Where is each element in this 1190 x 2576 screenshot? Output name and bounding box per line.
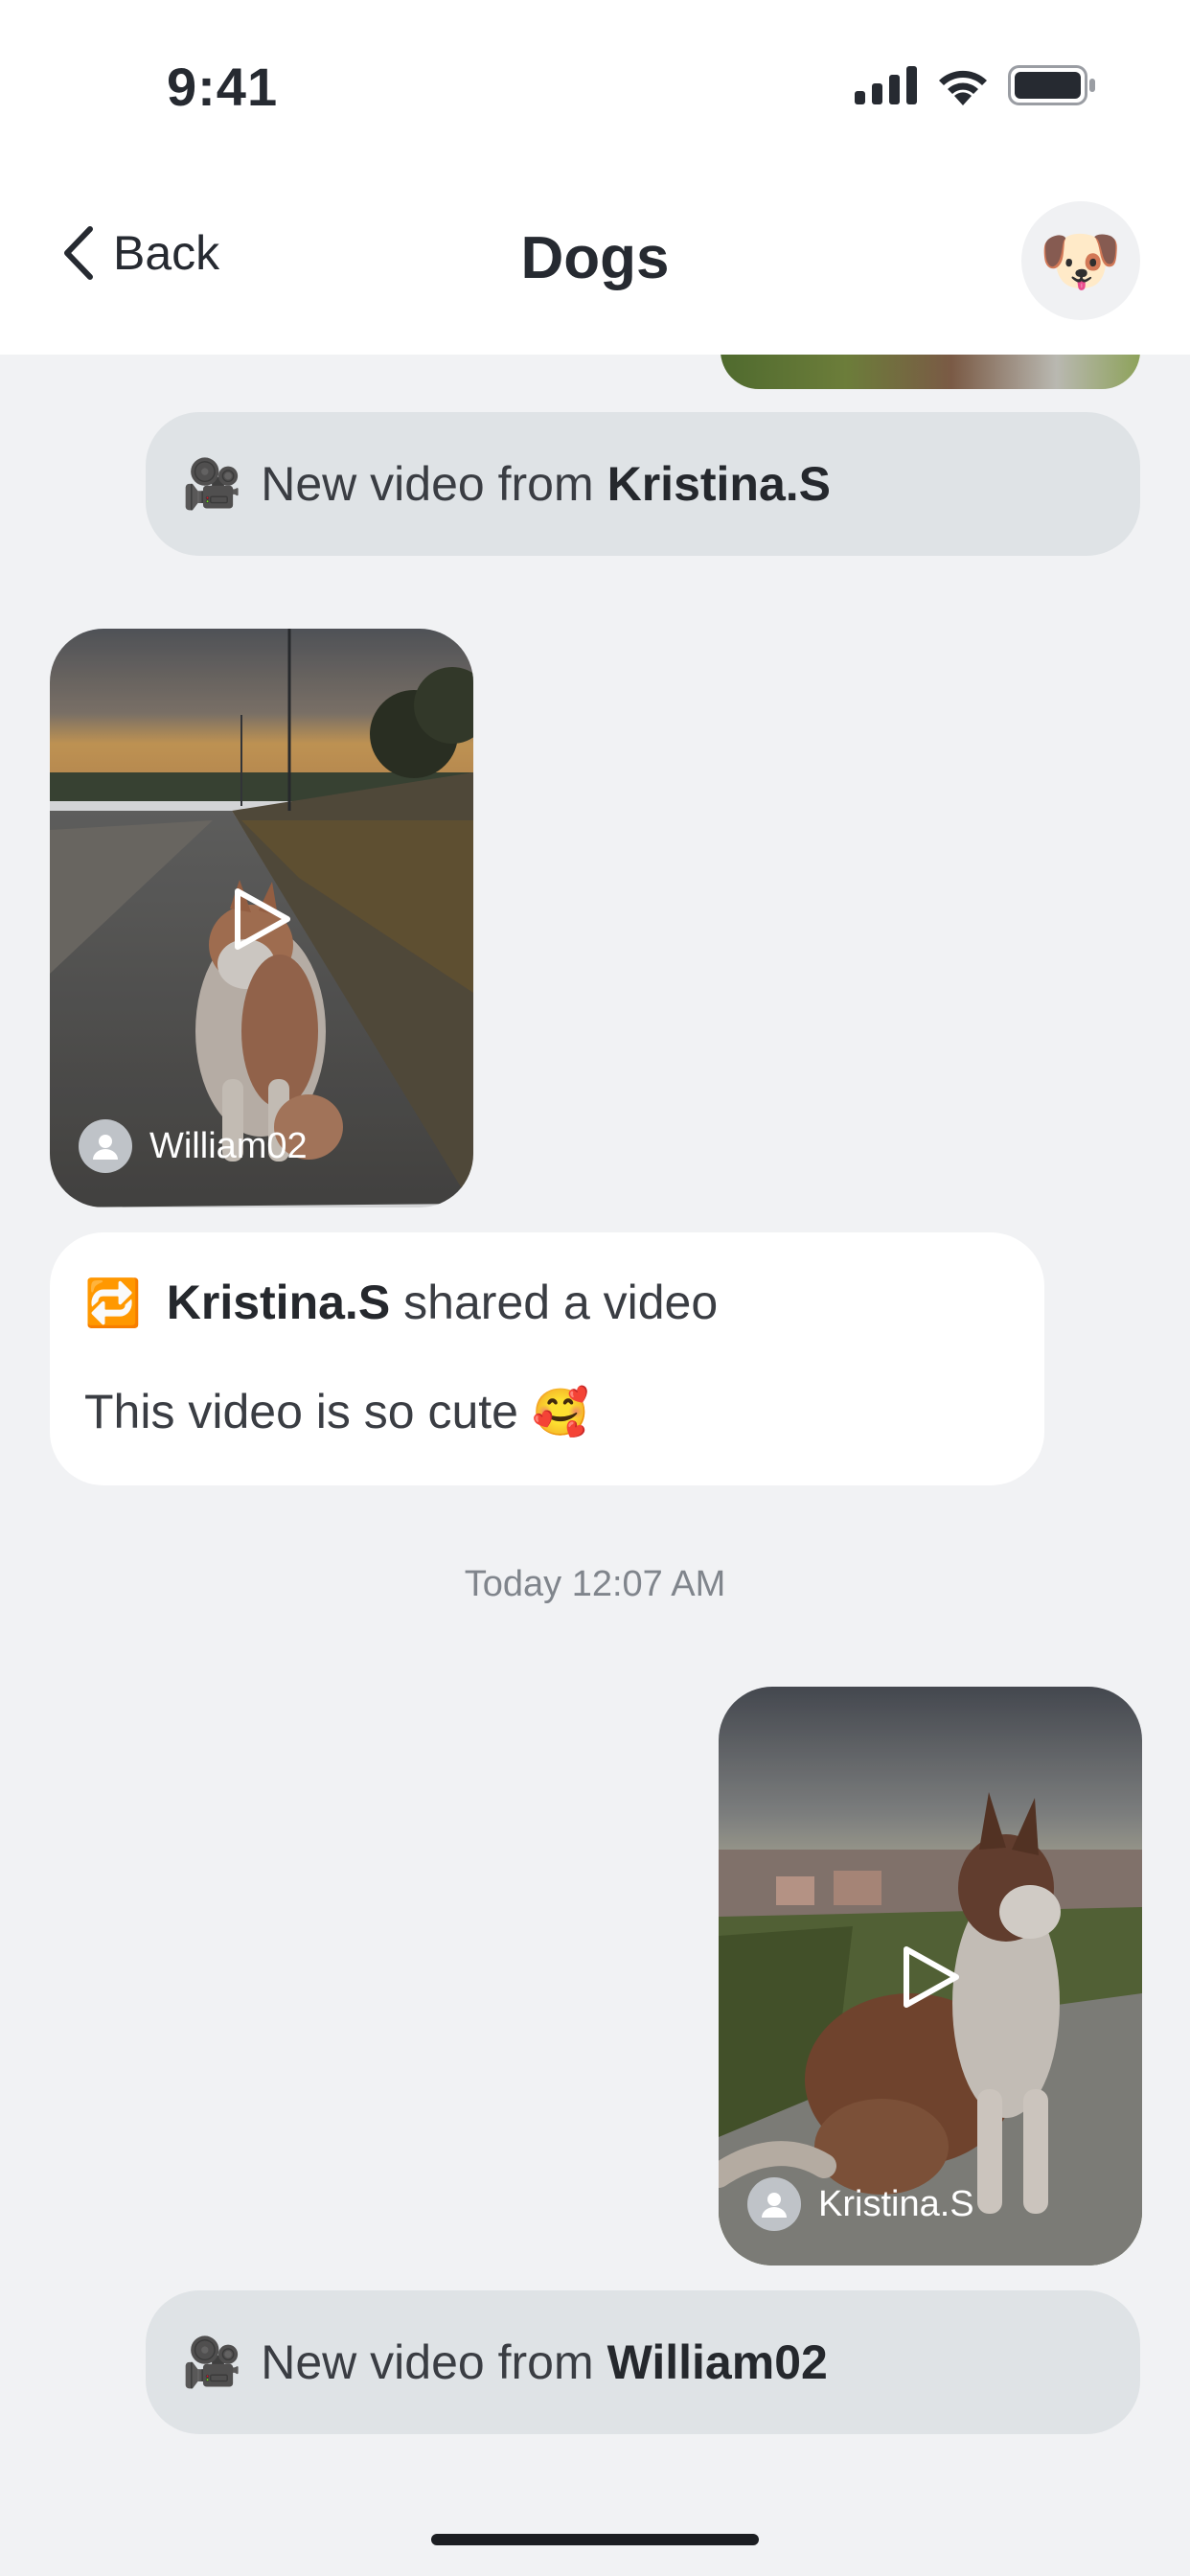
notice-text: New video from [261,457,594,511]
new-video-notice[interactable]: 🎥 New video from Kristina.S [146,412,1140,556]
repost-icon: 🔁 [84,1277,142,1329]
status-icons [855,65,1096,105]
video-thumbnail-partial[interactable] [721,355,1140,389]
video-author: William02 [79,1119,308,1173]
video-camera-icon: 🎥 [182,2334,242,2389]
share-comment-text: This video is so cute [84,1385,518,1438]
signal-icon [855,66,917,104]
share-header: 🔁 Kristina.S shared a video [84,1275,718,1330]
share-action: shared a video [403,1276,719,1329]
user-icon [79,1119,132,1173]
user-icon [747,2177,801,2231]
shared-video-card[interactable]: 🔁 Kristina.S shared a video This video i… [50,1232,1044,1485]
home-indicator[interactable] [431,2534,759,2545]
status-time: 9:41 [167,57,279,117]
page-title: Dogs [520,225,670,291]
notice-author: William02 [606,2335,828,2389]
video-message[interactable]: William02 [50,629,473,1208]
video-author-name: Kristina.S [818,2183,974,2224]
share-author: Kristina.S [166,1276,391,1329]
share-comment: This video is so cute 🥰 [84,1384,589,1439]
dog-face-icon: 🐶 [1039,223,1123,298]
play-icon[interactable] [899,1944,962,2011]
new-video-notice[interactable]: 🎥 New video from William02 [146,2290,1140,2434]
video-message[interactable]: Kristina.S [719,1687,1142,2266]
message-timestamp: Today 12:07 AM [464,1564,726,1604]
group-avatar[interactable]: 🐶 [1021,201,1140,320]
play-icon[interactable] [230,886,293,953]
video-author-name: William02 [149,1125,308,1166]
video-camera-icon: 🎥 [182,456,242,511]
battery-icon [1008,65,1095,105]
notice-author: Kristina.S [606,457,832,511]
smiling-hearts-icon: 🥰 [531,1387,589,1438]
status-bar: 9:41 [0,0,1190,172]
notice-text: New video from [261,2335,594,2389]
nav-bar: Back Dogs 🐶 [0,172,1190,355]
wifi-icon [939,70,987,105]
video-author: Kristina.S [747,2177,974,2231]
